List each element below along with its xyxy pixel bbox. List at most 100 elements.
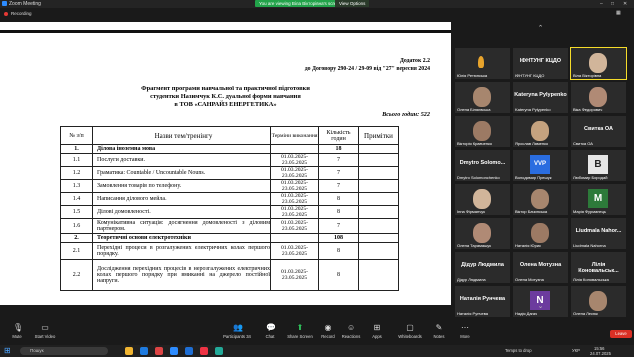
row-hours: 7 [318,218,359,234]
participant-name: Дідур Людмила [457,277,486,282]
row-hours: 18 [318,144,359,154]
participant-tile[interactable]: Олена Біляєвська [455,82,510,113]
participant-tile[interactable]: Вікторія Кравченко [455,116,510,147]
leave-button[interactable]: Leave [610,330,632,338]
participant-tile[interactable]: Олена Тарамашук [455,218,510,249]
word-icon[interactable] [185,347,193,355]
header-hours: Кількість годин [318,126,359,145]
participant-tile[interactable]: M Марія Фурманець [571,184,626,215]
avatar [473,87,491,107]
participant-tile[interactable]: Наталія Рунчева Наталія Рунчева [455,286,510,317]
participant-name: Kateryna Pylypenko [515,107,551,112]
grid-view-icon[interactable]: ▦ [616,10,621,16]
participant-name: Марія Фурманець [573,209,606,214]
participant-display-name: ІФНТУНГ КЦДО [519,58,562,64]
participant-name: Олена Тарамашук [457,243,492,248]
file-explorer-icon[interactable] [125,347,133,355]
view-options-button[interactable]: View Options [335,0,370,7]
participants-count: 34 [246,334,251,339]
notes-icon: ✎ [435,323,443,332]
excel-icon[interactable] [215,347,223,355]
participant-name: Наталія Юрис [515,243,542,248]
participant-tile[interactable]: Олена Лесюк [571,286,626,317]
start-video-button[interactable]: ▭ Start Video [30,323,60,340]
avatar [531,223,549,243]
row-topic: Теоретичні основи електротехніки [92,233,271,243]
participant-tile[interactable]: VVP Володимир Прешук [513,150,568,181]
participant-tile[interactable]: Юлія Ретюнська [455,48,510,79]
header-num: № з/п [60,126,93,145]
row-dates: 01.03.2025-23.05.2025 [270,259,319,291]
windows-start-icon[interactable]: ⊞ [4,347,12,355]
clock-date: 24.07.2025 [590,351,611,356]
participant-tile[interactable]: Лілія Коновальськ... Лілія Коновальська [571,252,626,283]
row-notes [358,242,399,260]
participant-name: Олена Біляєвська [457,107,491,112]
row-hours: 8 [318,192,359,206]
meeting-toolbar: 🎙 Mute ▭ Start Video 👥 Participants 34 💬 Cha… [0,322,634,344]
participant-name: Лілія Коновальська [573,277,609,282]
opera-icon[interactable] [155,347,163,355]
row-num: 1.3 [60,179,93,193]
participant-name: Володимир Прешук [515,175,552,180]
participant-tile[interactable]: Наталія Юрис [513,218,568,249]
window-title: Zoom Meeting [9,1,41,7]
participant-display-name: Дідур Людмила [461,262,504,268]
participant-tile[interactable]: Олена Мотузна Олена Мотузна [513,252,568,283]
participant-tile[interactable]: Liudmala Nahor... Liudmala Nahorna [571,218,626,249]
participant-tile[interactable]: Kateryna Pylypenko Kateryna Pylypenko [513,82,568,113]
camera-icon: ▭ [41,323,49,332]
row-dates: 01.03.2025-23.05.2025 [270,192,319,206]
avatar [589,291,607,311]
row-hours: 8 [318,205,359,219]
row-notes [358,192,399,206]
table-row: 1.3 Замовлення товарів по телефону. 01.03.… [60,179,399,193]
scroll-up-button[interactable]: ⌃ [513,22,568,44]
edge-icon[interactable] [140,347,148,355]
participant-name: Вікторія Кравченко [457,141,493,146]
participant-tile[interactable]: Віка Федорович [571,82,626,113]
row-dates [270,233,319,243]
scroll-down-button[interactable]: ⌄ [513,302,568,316]
participant-tile[interactable]: Віктор Бачинська [513,184,568,215]
participant-name: Олена Мотузна [515,277,544,282]
participant-tile[interactable]: Ярослав Ляменко [513,116,568,147]
record-icon: ◉ [324,323,332,332]
zoom-taskbar-icon[interactable] [170,347,178,355]
avatar [473,189,491,209]
maximize-icon[interactable]: □ [611,1,614,7]
participant-tile[interactable]: Свитка ОА Свитка ОА [571,116,626,147]
whiteboards-button[interactable]: ▢ Whiteboards [392,324,428,340]
row-dates: 01.03.2025-23.05.2025 [270,242,319,260]
language-indicator[interactable]: УКР [572,348,580,353]
share-screen-button[interactable]: ⬆ Share Screen [283,324,317,340]
header-dates: Терміни виконання [270,126,319,145]
taskbar-search-input[interactable]: Пошук [20,347,108,355]
row-topic: Ділова іноземна мова [92,144,271,154]
people-icon: 👥 [233,323,243,332]
participant-name: Віктор Бачинська [515,209,548,214]
apps-button[interactable]: ⊞ Apps [362,324,392,340]
participant-tile[interactable]: Віла Вікторівна [570,47,627,80]
participants-button[interactable]: 👥 Participants 34 [215,323,259,340]
participant-tile[interactable]: Інна Фірманчук [455,184,510,215]
row-dates: 01.03.2025-23.05.2025 [270,153,319,167]
more-button[interactable]: ⋯ More [450,324,480,340]
appendix-number: Додаток 2.2 [399,58,430,64]
mute-button[interactable]: 🎙 Mute [2,323,32,340]
chat-button[interactable]: 💬 Chat [255,324,285,340]
participant-tile[interactable]: B Любомир Бородай [571,150,626,181]
minimize-icon[interactable]: – [600,1,603,7]
avatar-initial: VVP [530,155,550,174]
pdf-icon[interactable] [200,347,208,355]
microphone-icon: 🎙 [13,323,24,332]
participant-display-name: Kateryna Pylypenko [514,92,567,98]
row-dates: 01.03.2025-23.05.2025 [270,166,319,180]
participant-tile[interactable]: Dmytro Solomo... Dmytro Solomonchenko [455,150,510,181]
recording-icon [4,12,8,16]
participant-name: Юлія Ретюнська [457,73,488,78]
participant-tile[interactable]: ІФНТУНГ КЦДО ІФНТУНГ КЦДО [513,48,568,79]
participant-tile[interactable]: Дідур Людмила Дідур Людмила [455,252,510,283]
close-icon[interactable]: ✕ [623,1,627,7]
row-notes [358,233,399,243]
